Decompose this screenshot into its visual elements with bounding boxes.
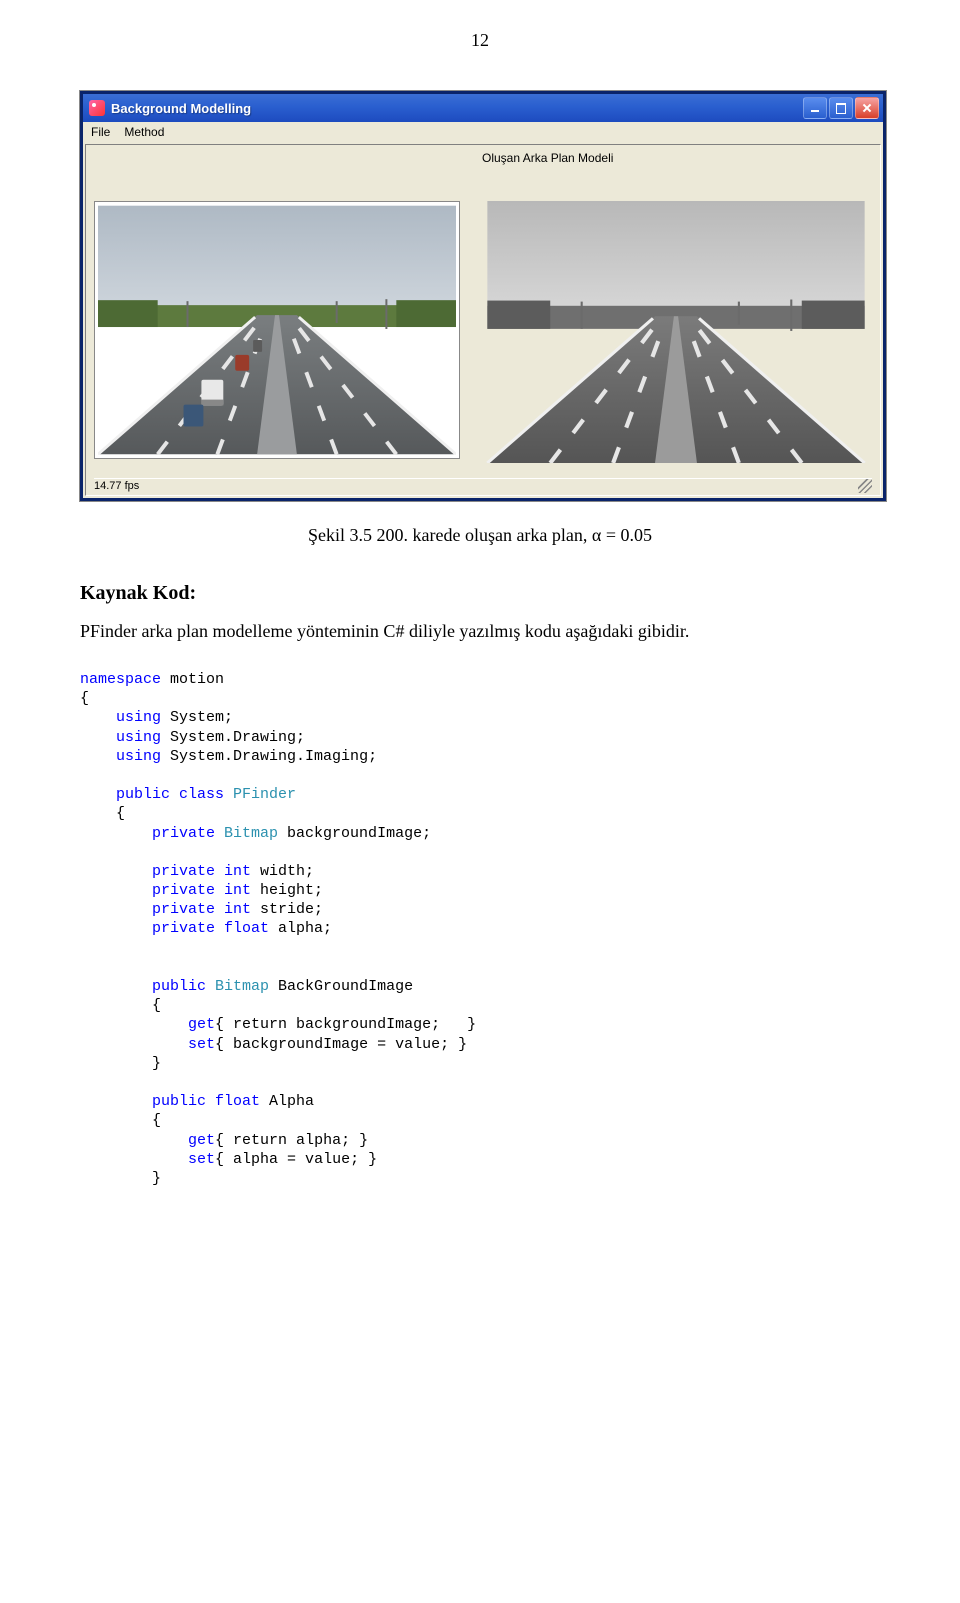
- resize-grip-icon[interactable]: [858, 479, 872, 493]
- menu-method[interactable]: Method: [124, 125, 164, 139]
- window-title: Background Modelling: [111, 101, 251, 116]
- status-fps: 14.77 fps: [94, 480, 139, 492]
- app-icon: [89, 100, 105, 116]
- menubar: File Method: [83, 122, 883, 142]
- input-frame-image: [94, 201, 460, 459]
- minimize-button[interactable]: [803, 97, 827, 119]
- titlebar: Background Modelling: [83, 94, 883, 122]
- application-window: Background Modelling File Method: [80, 91, 886, 501]
- menu-file[interactable]: File: [91, 125, 110, 139]
- code-listing: namespace motion { using System; using S…: [80, 670, 880, 1188]
- figure-caption: Şekil 3.5 200. karede oluşan arka plan, …: [80, 525, 880, 546]
- body-text: PFinder arka plan modelleme yönteminin C…: [80, 621, 880, 642]
- close-button[interactable]: [855, 97, 879, 119]
- background-model-label: Oluşan Arka Plan Modeli: [482, 151, 872, 165]
- page-number: 12: [80, 30, 880, 51]
- background-model-image: [482, 201, 870, 463]
- statusbar: 14.77 fps: [94, 478, 872, 493]
- maximize-button[interactable]: [829, 97, 853, 119]
- client-area: Oluşan Arka Plan Modeli: [85, 144, 881, 496]
- source-code-heading: Kaynak Kod:: [80, 582, 880, 605]
